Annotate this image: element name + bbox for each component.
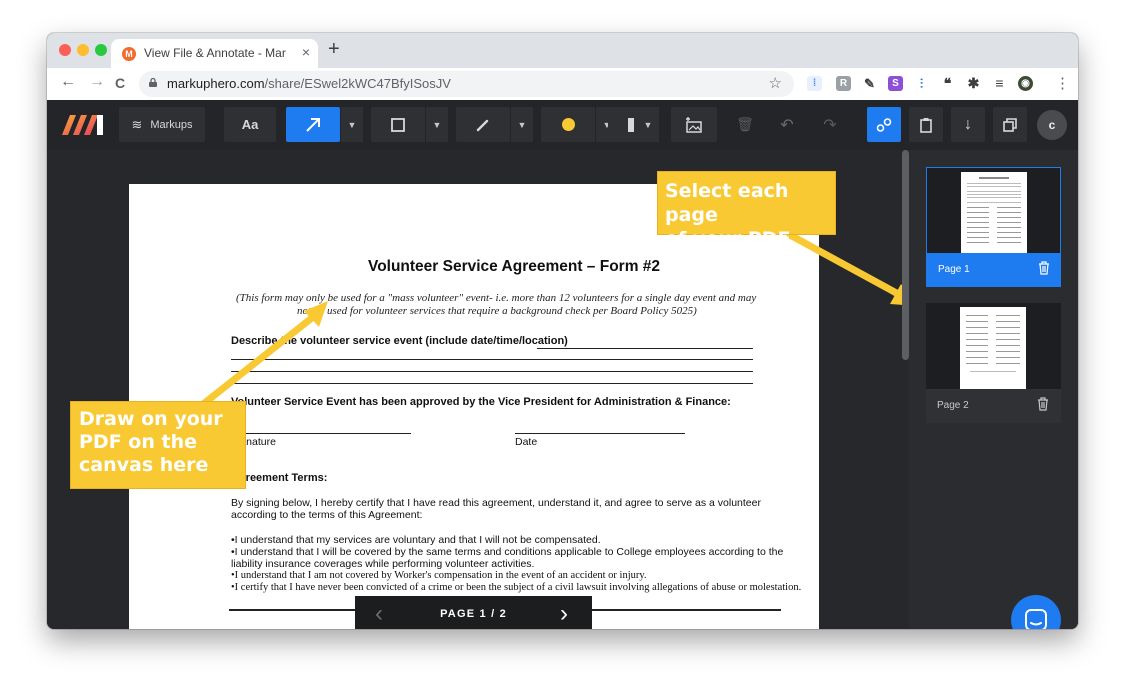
draw-callout-line-1: Draw on your [79, 408, 223, 430]
share-link-button[interactable] [867, 107, 901, 142]
pen-tool-button[interactable] [456, 107, 510, 142]
pen-icon [476, 119, 489, 131]
url-text: markuphero.com/share/ESwel2kWC47BfyISosJ… [167, 76, 451, 91]
annotation-canvas[interactable]: Volunteer Service Agreement – Form #2 (T… [47, 150, 909, 629]
page-2-preview-sheet [960, 307, 1026, 389]
clipboard-icon [920, 117, 932, 133]
bookmark-star-icon[interactable]: ☆ [769, 74, 782, 92]
reader-extension-icon[interactable]: R [836, 76, 851, 91]
arrow-tool-button[interactable] [286, 107, 340, 142]
draw-callout-line-3: canvas here [79, 454, 209, 476]
delete-button[interactable]: 🗑 [726, 107, 764, 142]
draw-callout[interactable]: Draw on your PDF on the canvas here [70, 401, 246, 489]
account-avatar[interactable]: c [1037, 110, 1067, 140]
undo-button[interactable]: ↶ [768, 107, 806, 142]
stroke-width-icon [628, 117, 634, 132]
duplicate-button[interactable] [993, 107, 1027, 142]
copy-to-clipboard-button[interactable] [909, 107, 943, 142]
url-path: /share/ESwel2kWC47BfyISosJV [264, 76, 451, 91]
account-initial: c [1048, 118, 1056, 132]
delete-page-1-icon[interactable] [1038, 261, 1050, 280]
color-picker-button[interactable] [541, 107, 595, 142]
select-callout-line-1: Select each page [665, 180, 789, 226]
app-toolbar: ≋ Markups Aa ▼ ▼ ▼ ▼ ▼ 🗑 ↶ ↷ ↓ c [47, 100, 1078, 150]
add-image-icon [686, 116, 702, 133]
reload-button[interactable]: C [115, 75, 125, 91]
pen-tool-dropdown[interactable]: ▼ [511, 107, 533, 142]
markuphero-logo-icon[interactable] [61, 113, 105, 137]
bars-extension-icon[interactable]: ⫶ [914, 76, 929, 91]
page-1-preview-sheet [961, 172, 1027, 254]
stroke-width-dropdown[interactable]: ▼ [637, 107, 659, 142]
rectangle-tool-button[interactable] [371, 107, 425, 142]
eyedropper-extension-icon[interactable]: ✎ [862, 76, 877, 91]
duplicate-icon [1003, 117, 1017, 132]
close-window-button[interactable] [59, 44, 71, 56]
tab-strip: M View File & Annotate - Markup × + [47, 33, 1078, 68]
arrow-tool-dropdown[interactable]: ▼ [341, 107, 363, 142]
arrow-icon [306, 117, 320, 132]
page-2-preview-lines [966, 315, 1020, 372]
page-2-preview [926, 303, 1061, 389]
draw-callout-line-2: PDF on the [79, 431, 197, 453]
markups-label: Markups [150, 118, 193, 131]
canvas-scrollbar[interactable] [902, 150, 909, 360]
maximize-window-button[interactable] [95, 44, 107, 56]
page-thumbnail[interactable]: Page 2 [926, 303, 1061, 423]
browser-menu-icon[interactable]: ⋮ [1055, 74, 1070, 92]
redo-button[interactable]: ↷ [811, 107, 849, 142]
select-callout[interactable]: Select each page of your PDF here [657, 171, 836, 274]
page-indicator: PAGE 1 / 2 [440, 608, 507, 620]
page-1-preview [927, 168, 1060, 254]
page-navigator: ‹ PAGE 1 / 2 › [355, 596, 592, 629]
minimize-window-button[interactable] [77, 44, 89, 56]
draw-callout-arrow[interactable] [193, 301, 328, 413]
delete-page-2-icon[interactable] [1037, 397, 1049, 416]
add-image-button[interactable] [671, 107, 717, 142]
s-extension-icon[interactable]: S [888, 76, 903, 91]
new-tab-button[interactable]: + [328, 39, 340, 59]
markups-button[interactable]: ≋ Markups [119, 107, 205, 142]
close-tab-icon[interactable]: × [302, 44, 310, 60]
analytics-extension-icon[interactable]: ⁞ [807, 76, 822, 91]
page-2-label: Page 2 [937, 400, 969, 411]
playlist-extension-icon[interactable]: ≡ [992, 76, 1007, 91]
next-page-icon[interactable]: › [560, 600, 568, 628]
page-1-preview-lines [967, 177, 1021, 243]
browser-tab[interactable]: M View File & Annotate - Markup × [111, 39, 318, 68]
quote-extension-icon[interactable]: ❝ [940, 76, 955, 91]
lock-icon [149, 78, 157, 87]
profile-avatar[interactable]: ◉ [1018, 76, 1033, 91]
puzzle-extension-icon[interactable]: ✱ [966, 76, 981, 91]
link-icon [876, 117, 892, 132]
rectangle-tool-dropdown[interactable]: ▼ [426, 107, 448, 142]
markuphero-favicon-icon: M [122, 47, 136, 61]
yellow-color-swatch-icon [561, 118, 575, 131]
back-button[interactable]: ← [60, 73, 76, 91]
browser-window: M View File & Annotate - Markup × + ← → … [47, 33, 1078, 629]
layers-icon: ≋ [131, 116, 143, 132]
select-callout-line-2: of your PDF here [665, 228, 791, 274]
url-host: markuphero.com [167, 76, 265, 91]
page-1-label: Page 1 [938, 264, 970, 275]
address-bar-row: ← → C markuphero.com/share/ESwel2kWC47Bf… [47, 68, 1078, 101]
rectangle-icon [391, 117, 405, 132]
page-thumbnail[interactable]: Page 1 [926, 167, 1061, 287]
page-2-footer: Page 2 [926, 389, 1061, 423]
forward-button[interactable]: → [89, 73, 105, 91]
page-1-footer: Page 1 [927, 253, 1060, 287]
text-tool-label: Aa [241, 117, 259, 132]
text-tool-button[interactable]: Aa [224, 107, 276, 142]
chat-icon [1025, 609, 1047, 629]
tab-title: View File & Annotate - Markup [144, 46, 286, 60]
page-sidebar: Page 1 Page 2 [909, 150, 1078, 629]
download-button[interactable]: ↓ [951, 107, 985, 142]
url-bar[interactable]: markuphero.com/share/ESwel2kWC47BfyISosJ… [139, 71, 794, 97]
